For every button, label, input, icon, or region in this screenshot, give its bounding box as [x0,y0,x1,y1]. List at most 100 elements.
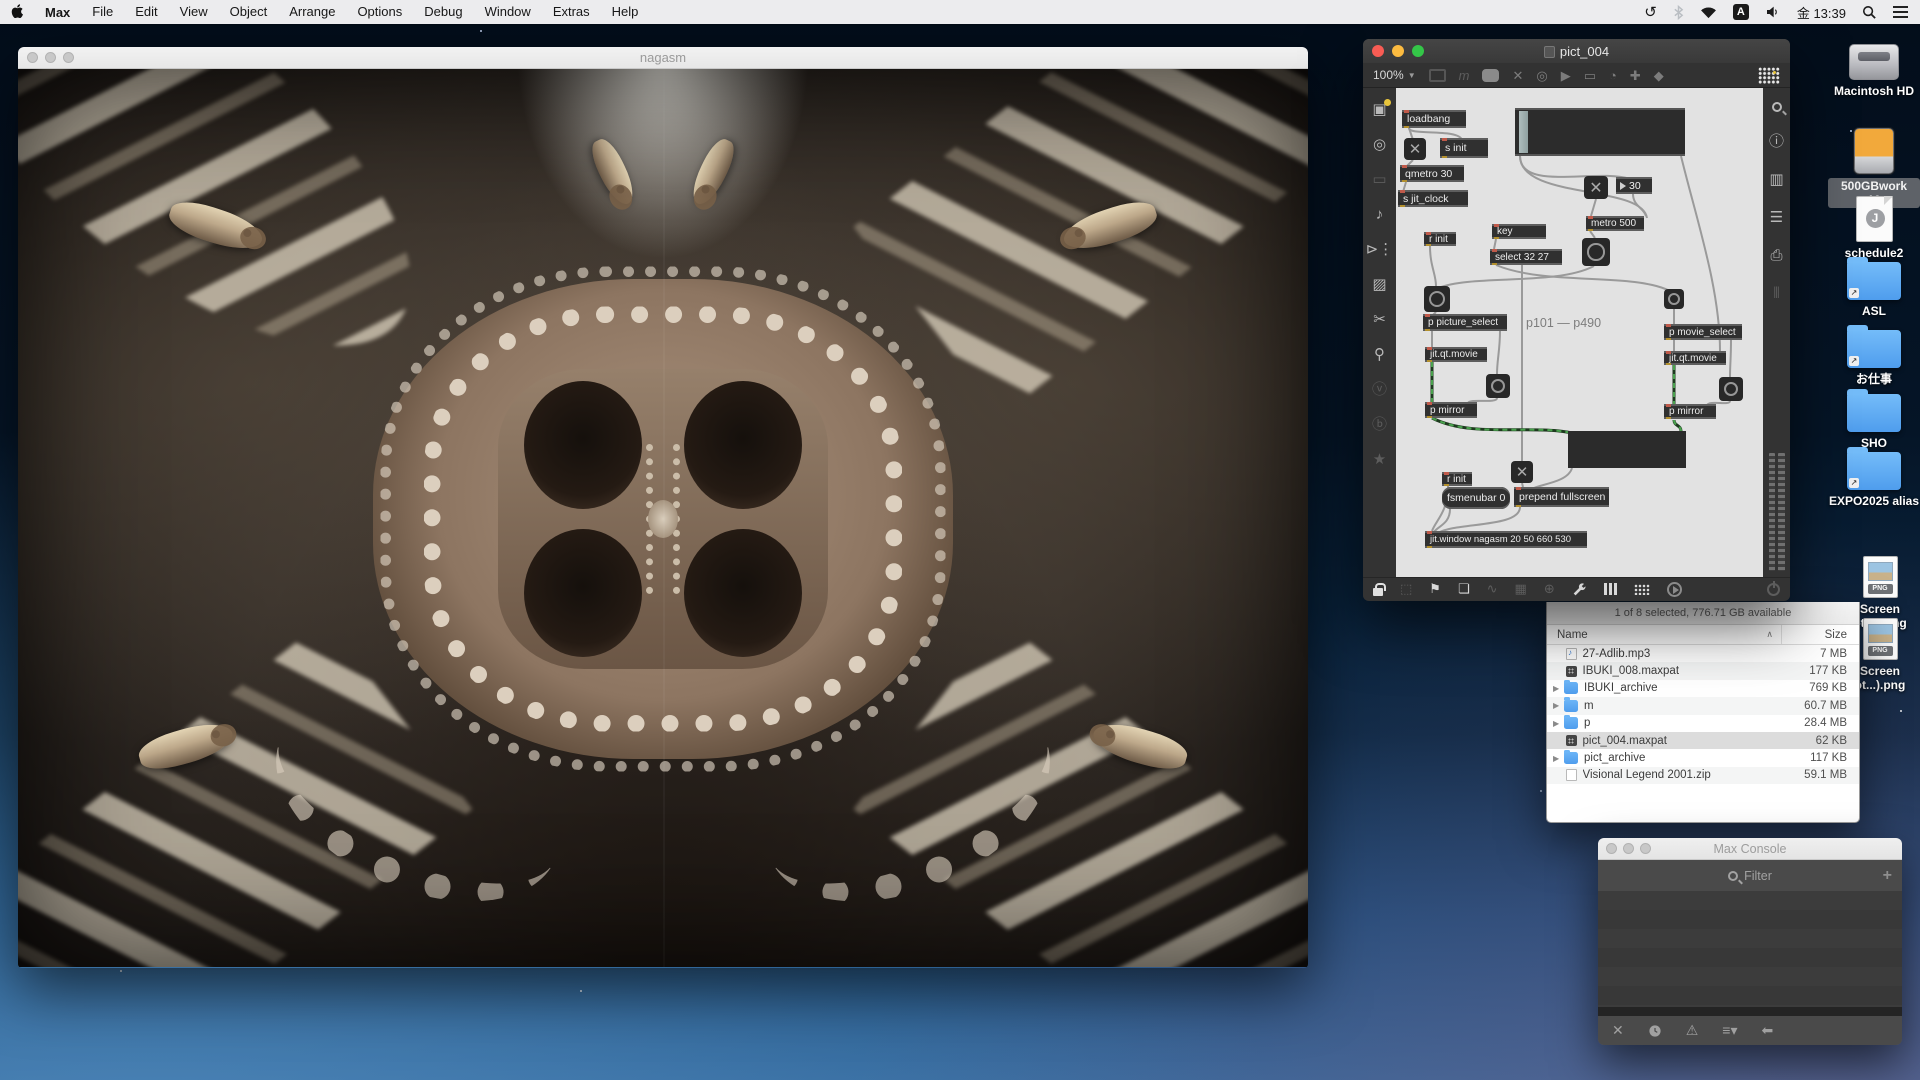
wrench-icon[interactable] [1572,582,1587,597]
add-object-icon[interactable]: ✚ [1630,69,1641,82]
file-row[interactable]: ▶ p 28.4 MB [1547,715,1859,732]
clock-icon[interactable] [1648,1024,1662,1038]
wifi-icon[interactable] [1700,6,1717,19]
console-message-list[interactable] [1598,891,1902,1007]
bang-button[interactable] [1664,289,1684,309]
sidebar-icon[interactable]: ▥ [1769,172,1783,188]
object-jit-qt-movie[interactable]: jit.qt.movie [1425,347,1487,362]
file-row[interactable]: ▶ m 60.7 MB [1547,697,1859,714]
object-select[interactable]: select 32 27 [1490,249,1562,265]
object-s-jit-clock[interactable]: s jit_clock [1398,190,1468,207]
menu-file[interactable]: File [81,0,124,24]
search-icon[interactable] [1772,102,1782,112]
plug-icon[interactable]: ⚲ [1374,347,1385,363]
patcher-canvas[interactable]: loadbang ✕ s init qmetro 30 s jit_clock … [1396,88,1763,577]
disclosure-triangle[interactable]: ▶ [1553,684,1564,693]
file-row[interactable]: ▶ IBUKI_archive 769 KB [1547,680,1859,697]
spotlight-icon[interactable] [1862,5,1877,20]
object-p-mirror[interactable]: p mirror [1664,404,1716,419]
file-row[interactable]: ▶ pict_archive 117 KB [1547,749,1859,766]
object-metro[interactable]: metro 500 [1586,216,1644,231]
favorites-icon[interactable]: ★ [1373,452,1386,468]
object-key[interactable]: key [1492,224,1546,239]
audio-icon[interactable]: ◎ [1373,137,1386,153]
object-p-picture-select[interactable]: p picture_select [1423,314,1507,331]
menu-options[interactable]: Options [346,0,413,24]
layers-icon[interactable]: ❏ [1458,582,1470,596]
toggle-object[interactable]: ✕ [1404,138,1426,160]
object-r-init[interactable]: r init [1442,472,1472,486]
object-prepend-fullscreen[interactable]: prepend fullscreen [1514,487,1609,507]
menu-window[interactable]: Window [474,0,542,24]
slider-icon[interactable]: ▭ [1584,69,1596,82]
menu-edit[interactable]: Edit [124,0,168,24]
file-row-selected[interactable]: pict_004.maxpat 62 KB [1547,732,1859,749]
add-filter-button[interactable]: + [1883,867,1892,885]
toggle-object[interactable]: ✕ [1584,176,1608,199]
snapshot-icon[interactable]: ⎙ [1770,248,1782,264]
music-note-icon[interactable]: ♪ [1376,207,1384,223]
keyboard-icon[interactable] [1634,584,1650,595]
patchcords-icon[interactable]: ∿ [1487,582,1498,596]
object-jit-qt-movie[interactable]: jit.qt.movie [1664,351,1726,365]
menu-debug[interactable]: Debug [413,0,473,24]
object-jit-window[interactable]: jit.window nagasm 20 50 660 530 [1425,531,1587,548]
menu-help[interactable]: Help [601,0,650,24]
console-titlebar[interactable]: Max Console [1598,838,1902,860]
inspector-icon[interactable]: ⓘ [1769,134,1784,150]
video-window-titlebar[interactable]: nagasm [18,47,1308,69]
presentation-icon[interactable]: ⚑ [1429,582,1441,596]
comment-object[interactable]: p101 — p490 [1526,316,1601,330]
message-box-icon[interactable]: m [1459,69,1470,82]
menu-arrange[interactable]: Arrange [278,0,346,24]
select-icon[interactable]: ⬚ [1400,582,1412,596]
button-icon[interactable]: ◎ [1536,69,1547,82]
toggle-object[interactable]: ✕ [1511,461,1533,483]
menu-object[interactable]: Object [219,0,279,24]
object-loadbang[interactable]: loadbang [1402,110,1466,128]
number-box[interactable]: 30 [1616,177,1652,194]
time-machine-icon[interactable]: ↺ [1644,3,1657,21]
message-fsmenubar[interactable]: fsmenubar 0 [1442,487,1510,509]
collapse-icon[interactable]: ≡▾ [1722,1022,1737,1039]
lock-icon[interactable] [1373,588,1383,596]
jump-to-object-icon[interactable]: ⬅ [1762,1022,1774,1039]
zoom-level-control[interactable]: 100%▼ [1373,68,1416,82]
object-p-movie-select[interactable]: p movie_select [1664,324,1742,340]
file-row[interactable]: Visional Legend 2001.zip 59.1 MB [1547,767,1859,784]
packages-icon[interactable]: ▣ [1372,102,1386,118]
notification-center-icon[interactable] [1893,3,1908,21]
desktop-icon-schedule2[interactable]: J schedule2 [1828,196,1920,260]
input-source-icon[interactable]: A [1733,4,1749,20]
image-icon[interactable]: ▨ [1372,277,1386,293]
file-row[interactable]: 27-Adlib.mp3 7 MB [1547,645,1859,662]
volume-icon[interactable] [1765,5,1781,19]
bang-button[interactable] [1582,238,1610,266]
desktop-icon-macintosh-hd[interactable]: Macintosh HD [1828,44,1920,98]
vizzie-icon[interactable]: ⓥ [1372,382,1387,398]
file-row[interactable]: IBUKI_008.maxpat 177 KB [1547,662,1859,679]
menu-app-name[interactable]: Max [34,5,81,20]
paint-icon[interactable]: ◆ [1654,69,1664,82]
bang-button[interactable] [1424,286,1450,312]
beap-icon[interactable]: ⓑ [1372,417,1387,433]
menu-view[interactable]: View [169,0,219,24]
object-s-init[interactable]: s init [1440,138,1488,158]
desktop-icon-expo2025[interactable]: ↗ EXPO2025 alias [1828,452,1920,508]
playbar-icon[interactable]: ▶ [1561,69,1571,82]
disclosure-triangle[interactable]: ▶ [1553,754,1564,763]
video-icon[interactable]: ⊳⋮ [1366,242,1394,258]
dial-icon[interactable]: ◔ [1609,69,1617,82]
bang-button[interactable] [1719,377,1743,401]
object-grid-icon[interactable] [1758,67,1780,84]
link-icon[interactable]: ⊕ [1544,582,1555,596]
piano-icon[interactable] [1604,583,1617,595]
patcher-titlebar[interactable]: pict_004 [1363,39,1790,63]
menu-extras[interactable]: Extras [542,0,601,24]
attachment-icon[interactable]: ✂ [1373,312,1386,328]
apple-menu[interactable] [0,3,34,22]
warnings-icon[interactable]: ⚠ [1686,1022,1699,1039]
umenu-object[interactable] [1515,108,1685,156]
bluetooth-icon[interactable] [1673,5,1684,20]
column-header-name[interactable]: Name [1547,629,1781,641]
